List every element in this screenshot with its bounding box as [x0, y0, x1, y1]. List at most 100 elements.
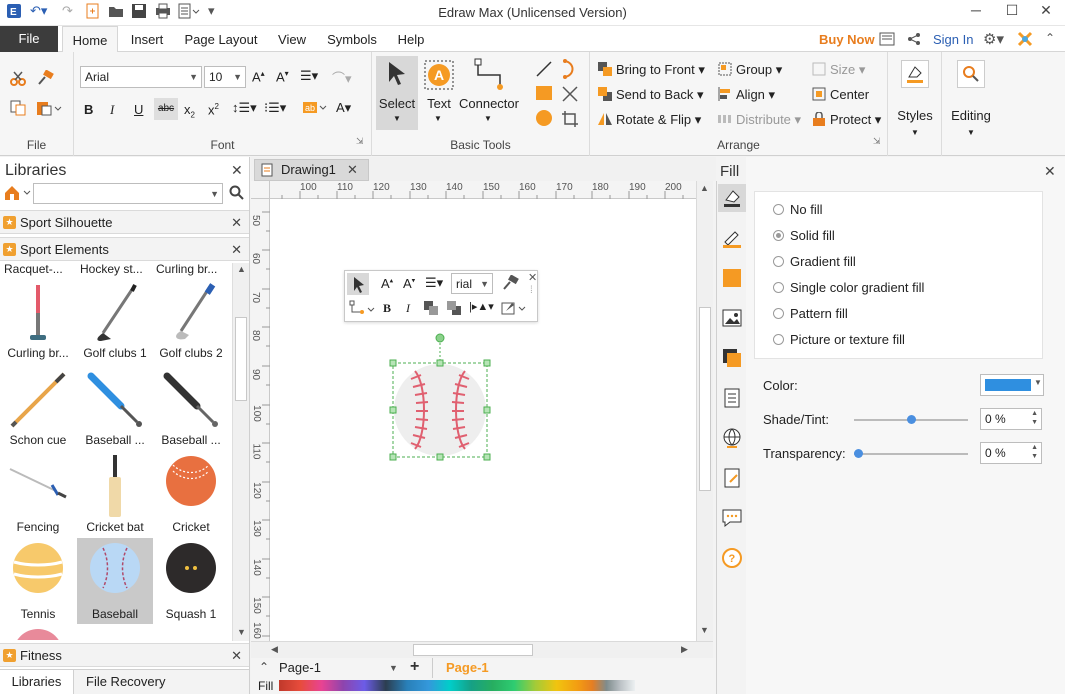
scroll-down-icon[interactable]: ▼ — [237, 627, 246, 637]
tab-home[interactable]: Home — [62, 26, 118, 53]
comment-panel-icon[interactable] — [721, 507, 743, 532]
underline-icon[interactable]: U — [134, 102, 143, 117]
fill-option-single-color-gradient[interactable]: Single color gradient fill — [773, 280, 924, 295]
size-button[interactable]: Size ▾ — [812, 62, 865, 78]
scroll-up-icon[interactable]: ▲ — [237, 264, 246, 274]
line-panel-icon[interactable] — [721, 227, 743, 252]
cart-icon[interactable] — [879, 32, 895, 49]
page-tab-page-1[interactable]: Page-1 — [446, 660, 489, 675]
shape-curling-broom[interactable]: Curling br... — [0, 277, 76, 363]
cross-tool-icon[interactable] — [561, 85, 579, 106]
crop-tool-icon[interactable] — [561, 110, 579, 131]
italic-icon[interactable]: I — [110, 102, 114, 118]
help-icon[interactable]: ? — [721, 547, 743, 572]
mini-style-icon[interactable] — [501, 300, 527, 319]
shadow-panel-icon[interactable] — [721, 267, 743, 292]
vertical-ruler[interactable]: 50 60 70 80 90 100 110 120 130 140 150 1… — [250, 199, 270, 641]
mini-format-painter-icon[interactable] — [501, 274, 519, 294]
font-size-select[interactable]: 10 ▼ — [204, 66, 246, 88]
text-tool[interactable]: A Text ▼ — [420, 56, 458, 130]
close-icon[interactable]: ✕ — [231, 238, 242, 261]
color-picker[interactable]: ▼ — [980, 374, 1044, 396]
format-painter-icon[interactable] — [36, 69, 54, 89]
bullets-icon[interactable]: ⁝☰▾ — [264, 100, 286, 116]
tab-view[interactable]: View — [270, 26, 314, 52]
mini-bring-front-icon[interactable] — [423, 300, 439, 319]
mini-bold-icon[interactable]: B — [383, 301, 391, 316]
close-tab-icon[interactable]: ✕ — [347, 160, 358, 180]
scroll-thumb[interactable] — [699, 307, 711, 491]
spin-arrows-icon[interactable]: ▲ ▼ — [1031, 409, 1038, 427]
superscript-icon[interactable]: x2 — [208, 102, 219, 117]
transparency-slider-knob[interactable] — [854, 449, 863, 458]
highlight-color-icon[interactable]: ab — [302, 99, 328, 118]
bold-icon[interactable]: B — [84, 102, 93, 117]
notes-panel-icon[interactable] — [721, 467, 743, 492]
maximize-button[interactable]: ☐ — [998, 2, 1026, 22]
spin-arrows-icon[interactable]: ▲ ▼ — [1031, 443, 1038, 461]
close-libraries-icon[interactable]: ✕ — [231, 162, 243, 179]
align-button[interactable]: Align ▾ — [718, 87, 775, 103]
mini-align-icon[interactable]: |▸▲▾ — [469, 300, 494, 313]
shape-golf-clubs-2[interactable]: Golf clubs 2 — [153, 277, 229, 363]
rectangle-tool-icon[interactable] — [536, 86, 552, 103]
scroll-right-icon[interactable]: ▶ — [681, 644, 688, 655]
collapse-ribbon-icon[interactable]: ⌃ — [1045, 31, 1055, 45]
protect-button[interactable]: Protect ▾ — [812, 112, 881, 128]
layers-panel-icon[interactable] — [721, 347, 743, 372]
document-tab-drawing1[interactable]: Drawing1 ✕ — [254, 159, 369, 181]
tab-insert[interactable]: Insert — [122, 26, 172, 52]
close-button[interactable]: ✕ — [1032, 2, 1060, 22]
drawing-canvas[interactable]: A▴ A▾ ☰▾ rial ▼ ✕ ⁞ B I |▸▲▾ — [270, 199, 696, 641]
buy-now-link[interactable]: Buy Now — [819, 32, 875, 47]
ribbon-group-editing[interactable]: Editing ▼ — [942, 52, 1000, 156]
search-icon[interactable] — [229, 185, 245, 204]
mini-italic-icon[interactable]: I — [406, 301, 410, 316]
line-spacing-icon[interactable]: ↕☰▾ — [232, 100, 257, 116]
rotation-handle[interactable] — [435, 333, 445, 343]
file-menu[interactable]: File — [0, 26, 58, 52]
mini-send-back-icon[interactable] — [446, 300, 462, 319]
tab-file-recovery[interactable]: File Recovery — [86, 670, 165, 694]
scroll-down-icon[interactable]: ▼ — [700, 625, 709, 635]
tab-page-layout[interactable]: Page Layout — [178, 26, 264, 52]
shape-fencing[interactable]: Fencing — [0, 451, 76, 537]
horizontal-ruler[interactable]: 100 110 120 130 140 150 160 170 180 190 … — [270, 181, 696, 199]
globe-panel-icon[interactable] — [721, 427, 743, 452]
paragraph-align-icon[interactable]: ☰▾ — [300, 68, 318, 84]
ellipse-tool-icon[interactable] — [536, 110, 552, 129]
group-button[interactable]: Group ▾ — [718, 62, 782, 78]
sign-in-link[interactable]: Sign In — [933, 32, 973, 47]
transparency-slider[interactable] — [854, 453, 968, 455]
theme-icon[interactable] — [1017, 31, 1033, 50]
color-swatches[interactable] — [279, 680, 635, 691]
transparency-input[interactable]: 0 % ▲ ▼ — [980, 442, 1042, 464]
shape-baseball[interactable]: Baseball — [77, 538, 153, 624]
send-to-back-button[interactable]: Send to Back ▾ — [598, 87, 703, 103]
fill-option-picture-texture[interactable]: Picture or texture fill — [773, 332, 905, 347]
tab-symbols[interactable]: Symbols — [320, 26, 384, 52]
copy-icon[interactable] — [10, 100, 26, 119]
tab-libraries[interactable]: Libraries — [0, 670, 74, 694]
connector-tool[interactable]: Connector ▼ — [458, 56, 520, 130]
canvas-vertical-scrollbar[interactable]: ▲ ▼ — [696, 181, 713, 641]
page-nav-up-icon[interactable]: ⌃ — [259, 660, 269, 674]
home-icon[interactable] — [4, 185, 32, 204]
subscript-icon[interactable]: x2 — [184, 102, 195, 120]
mini-toolbar-close-icon[interactable]: ✕ — [528, 271, 537, 284]
scroll-up-icon[interactable]: ▲ — [700, 183, 709, 193]
mini-decrease-font-icon[interactable]: A▾ — [403, 276, 415, 291]
shape-baseball-bat-blue[interactable]: Baseball ... — [77, 364, 153, 450]
center-button[interactable]: Center — [812, 87, 869, 102]
font-name-select[interactable]: Arial ▼ — [80, 66, 202, 88]
font-color-icon[interactable]: A▾ — [336, 100, 351, 116]
mini-connector-icon[interactable] — [349, 300, 375, 321]
document-panel-icon[interactable] — [721, 387, 743, 412]
shape-baseball-bat-black[interactable]: Baseball ... — [153, 364, 229, 450]
shade-tint-input[interactable]: 0 % ▲ ▼ — [980, 408, 1042, 430]
arc-tool-icon[interactable] — [561, 59, 579, 82]
mini-toolbar-grip-icon[interactable]: ⁞ — [530, 285, 533, 296]
library-sport-silhouette[interactable]: ★ Sport Silhouette ✕ — [0, 210, 249, 234]
close-icon[interactable]: ✕ — [231, 211, 242, 234]
mini-increase-font-icon[interactable]: A▴ — [381, 276, 393, 291]
